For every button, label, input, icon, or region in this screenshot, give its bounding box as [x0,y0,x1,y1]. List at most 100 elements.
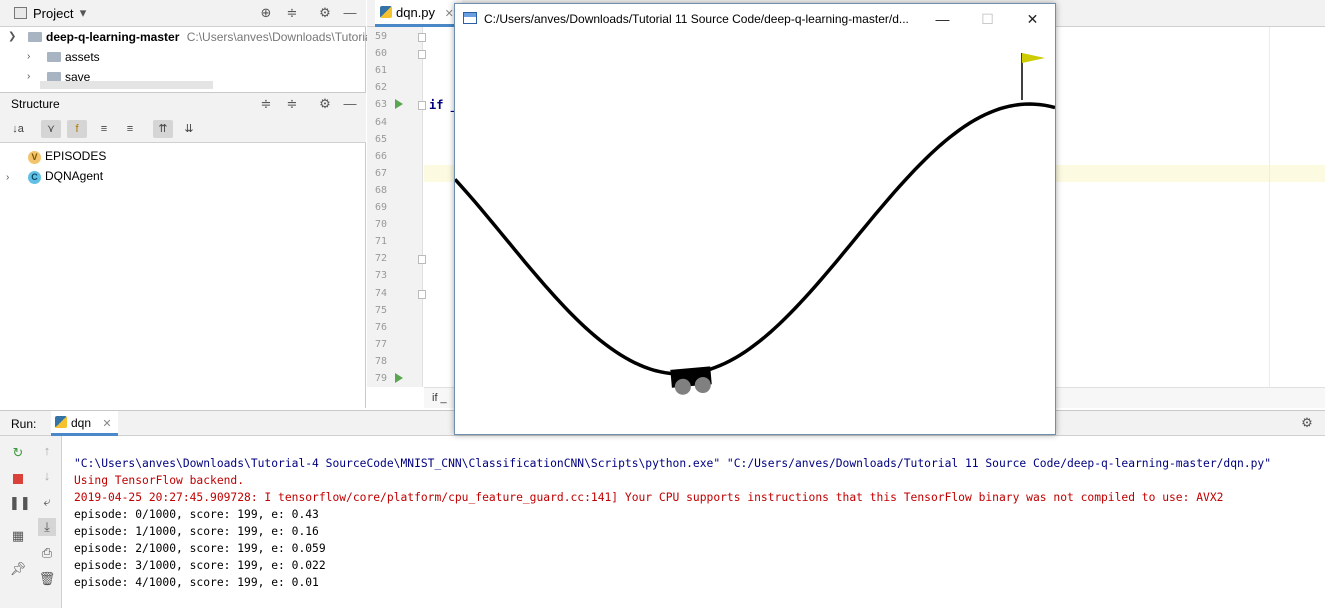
chevron-down-icon[interactable]: ▾ [75,5,91,21]
collapse-all-icon[interactable]: ≡ [120,120,140,138]
fold-marker-icon[interactable] [418,255,426,265]
chevron-right-icon[interactable]: › [27,67,30,87]
expand-all-icon[interactable]: ≡ [94,120,114,138]
run-tab-dqn[interactable]: dqn ✕ [51,411,118,436]
line-number: 73 [374,270,387,282]
line-number: 60 [374,48,387,60]
console-stdout-line: episode: 1/1000, score: 199, e: 0.16 [74,525,319,538]
structure-item-label: DQNAgent [45,169,104,183]
stop-icon[interactable] [9,469,27,487]
maximize-window-button[interactable]: ☐ [965,4,1010,34]
variable-icon: V [28,151,41,164]
line-number: 75 [374,304,387,316]
show-fields-icon[interactable]: f [67,120,87,138]
project-panel: Project ▾ ⊕ ≑ ⚙ — ❯ deep-q-learning-mast… [0,0,374,92]
car [670,366,712,395]
chevron-right-icon[interactable]: › [6,168,28,188]
console-output[interactable]: "C:\Users\anves\Downloads\Tutorial-4 Sou… [74,438,1271,608]
gear-icon[interactable]: ⚙ [317,96,333,112]
run-side-toolbar: ↻ ↑ ↓ ❚❚ ⤶ ⤓ ▦ ⎙ 📌︎ 🗑︎ [0,436,62,608]
chevron-right-icon[interactable]: › [27,47,30,67]
window-title: C:/Users/anves/Downloads/Tutorial 11 Sou… [484,12,909,26]
rerun-icon[interactable]: ↻ [9,444,27,462]
fold-marker-icon[interactable] [418,289,426,299]
horizontal-scrollbar[interactable] [40,81,213,89]
print-icon[interactable]: ⎙ [38,544,56,562]
trash-icon[interactable]: 🗑︎ [38,570,56,588]
line-number: 63 [374,99,387,111]
python-run-config-icon [55,416,67,428]
project-panel-title[interactable]: Project [33,6,73,21]
project-view-icon [14,7,27,19]
gear-icon[interactable]: ⚙ [1299,415,1315,431]
show-inherited-icon[interactable]: ⋎ [41,120,61,138]
mountain-curve [455,102,1055,376]
scroll-to-end-icon[interactable]: ⤓ [38,518,56,536]
run-gutter-icon[interactable] [395,373,403,383]
minimize-window-button[interactable]: — [920,4,965,34]
goal-flag [1022,53,1045,63]
gear-icon[interactable]: ⚙ [317,5,333,21]
console-command-line: "C:\Users\anves\Downloads\Tutorial-4 Sou… [74,457,1272,470]
minimize-panel-icon[interactable]: — [342,5,358,21]
arrow-down-icon[interactable]: ↓ [38,467,56,485]
right-margin-guide [1269,27,1270,387]
gym-render-window[interactable]: C:/Users/anves/Downloads/Tutorial 11 Sou… [454,3,1056,435]
close-tab-icon[interactable]: ✕ [102,418,111,430]
fold-marker-icon[interactable] [418,50,426,60]
window-titlebar[interactable]: C:/Users/anves/Downloads/Tutorial 11 Sou… [455,4,1055,34]
line-number: 69 [374,202,387,213]
python-file-icon [380,6,392,18]
breadcrumb-item[interactable]: if _ [432,392,447,404]
console-stderr-line: Using TensorFlow backend. [74,474,245,487]
structure-item-episodes[interactable]: V EPISODES [28,146,106,166]
sort-alpha-icon[interactable]: ↓a [8,120,28,138]
line-number: 78 [374,355,387,367]
line-number-gutter: 59 60 61 62 63 64 65 66 67 68 69 70 71 72 73 74 75 76 77 78… [367,27,426,387]
collapse-all-icon[interactable]: ≑ [284,5,300,21]
pin-icon[interactable]: 📌︎ [9,560,27,578]
line-number: 76 [374,321,387,333]
line-number: 59 [374,31,387,42]
locate-target-icon[interactable]: ⊕ [258,5,274,21]
console-stdout-line: episode: 0/1000, score: 199, e: 0.43 [74,508,319,521]
folder-icon [28,32,42,42]
structure-panel-header: Structure ≑ ≑ ⚙ — [0,93,366,115]
console-stderr-line: 2019-04-25 20:27:45.909728: I tensorflow… [74,491,1224,504]
console-stdout-line: episode: 3/1000, score: 199, e: 0.022 [74,559,326,572]
run-panel-label: Run: [11,417,37,431]
soft-wrap-icon[interactable]: ⤶ [38,493,56,511]
structure-panel: Structure ≑ ≑ ⚙ — ↓a ⋎ f ≡ ≡ ⇈ ⇊ V EPISOD… [0,92,366,408]
pause-icon[interactable]: ❚❚ [9,494,31,512]
tab-label: dqn.py [396,5,436,20]
expand-all-icon[interactable]: ≑ [258,96,274,112]
autoscroll-from-source-icon[interactable]: ⇊ [179,120,199,138]
minimize-panel-icon[interactable]: — [342,96,358,112]
mountain-car-canvas [455,53,1055,395]
close-window-button[interactable]: ✕ [1010,4,1055,34]
tab-dqn-py[interactable]: dqn.py ✕ [375,0,462,27]
class-icon: C [28,171,41,184]
run-gutter-icon[interactable] [395,99,403,110]
chevron-expanded-icon[interactable]: ❯ [8,27,16,47]
fold-marker-icon[interactable] [418,33,426,42]
line-number: 64 [374,116,387,128]
layout-icon[interactable]: ▦ [9,527,27,545]
fold-marker-icon[interactable] [418,101,426,111]
structure-toolbar: ↓a ⋎ f ≡ ≡ ⇈ ⇊ [0,115,366,143]
project-root-path: C:\Users\anves\Downloads\Tutorial [186,30,375,44]
console-stdout-line: episode: 2/1000, score: 199, e: 0.059 [74,542,326,555]
line-number: 70 [374,219,387,231]
arrow-up-icon[interactable]: ↑ [38,442,56,460]
structure-item-label: EPISODES [45,149,107,163]
run-panel: Run: dqn ✕ ⚙ ↻ ↑ ↓ ❚❚ ⤶ ⤓ ▦ ⎙ 📌︎ 🗑︎ "C:\… [0,410,1325,608]
collapse-all-icon[interactable]: ≑ [284,96,300,112]
tree-item-label: assets [65,50,100,64]
structure-item-dqnagent[interactable]: › C DQNAgent [6,166,103,186]
close-tab-icon[interactable]: ✕ [445,8,454,20]
line-number: 71 [374,236,387,248]
line-number: 79 [374,373,387,384]
structure-panel-title: Structure [11,97,60,111]
autoscroll-to-source-icon[interactable]: ⇈ [153,120,173,138]
line-number: 62 [374,82,387,94]
